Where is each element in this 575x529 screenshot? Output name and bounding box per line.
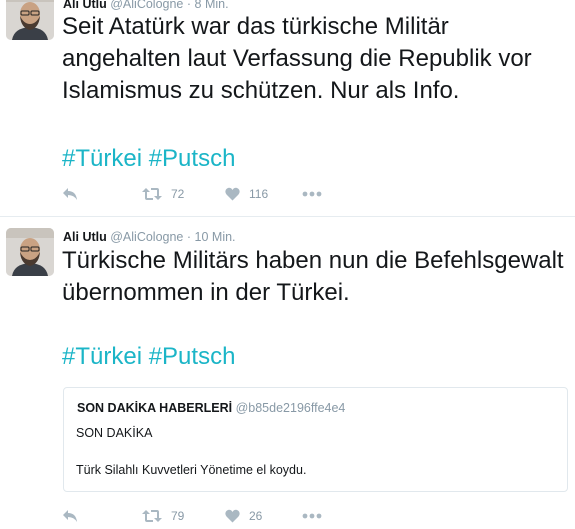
more-button[interactable]: [302, 506, 322, 526]
reply-icon: [63, 188, 77, 200]
hashtag-link[interactable]: #Türkei: [62, 145, 142, 172]
tweet-actions: 72 116: [62, 184, 362, 204]
heart-icon: [225, 509, 240, 523]
tweet-text: Türkische Militärs haben nun die Befehls…: [62, 247, 564, 306]
tweet-actions: 79 26: [62, 506, 362, 526]
heart-icon: [225, 187, 240, 201]
quoted-author: SON DAKİKA HABERLERİ @b85de2196ffe4e4: [77, 401, 345, 415]
avatar[interactable]: [6, 228, 54, 276]
like-count: 26: [249, 509, 263, 523]
hashtag-link[interactable]: #Türkei: [62, 343, 142, 370]
tweet-header: Ali Utlu @AliCologne · 10 Min.: [63, 230, 236, 244]
reply-icon: [63, 510, 77, 522]
like-button[interactable]: 116: [225, 184, 268, 204]
avatar[interactable]: [6, 0, 54, 40]
quoted-text-line: SON DAKİKA: [76, 426, 153, 440]
author-name[interactable]: Ali Utlu: [63, 0, 107, 11]
quoted-author-name: SON DAKİKA HABERLERİ: [77, 401, 233, 415]
quoted-tweet[interactable]: SON DAKİKA HABERLERİ @b85de2196ffe4e4 SO…: [63, 387, 568, 492]
reply-button[interactable]: [62, 506, 78, 526]
quoted-text-line: Türk Silahlı Kuvvetleri Yönetime el koyd…: [76, 463, 307, 477]
hashtag-link[interactable]: #Putsch: [149, 145, 236, 172]
reply-button[interactable]: [62, 184, 78, 204]
author-name[interactable]: Ali Utlu: [63, 230, 107, 244]
retweet-count: 72: [171, 187, 185, 201]
more-icon: [302, 513, 322, 519]
retweet-count: 79: [171, 509, 185, 523]
like-button[interactable]: 26: [225, 506, 262, 526]
tweet-text: Seit Atatürk war das türkische Militär a…: [62, 13, 532, 104]
retweet-button[interactable]: 72: [142, 184, 184, 204]
tweet-header: Ali Utlu @AliCologne · 8 Min.: [63, 0, 229, 11]
hashtag-link[interactable]: #Putsch: [149, 343, 236, 370]
author-handle[interactable]: @AliCologne: [110, 230, 183, 244]
tweet[interactable]: Ali Utlu @AliCologne · 10 Min. Türkische…: [0, 216, 575, 529]
timestamp[interactable]: 10 Min.: [195, 230, 236, 244]
retweet-button[interactable]: 79: [142, 506, 184, 526]
retweet-icon: [142, 188, 162, 200]
hashtags: #Türkei #Putsch: [62, 143, 235, 175]
separator: ·: [186, 0, 192, 11]
retweet-icon: [142, 510, 162, 522]
author-handle[interactable]: @AliCologne: [110, 0, 183, 11]
timestamp[interactable]: 8 Min.: [195, 0, 229, 11]
more-button[interactable]: [302, 184, 322, 204]
quoted-author-handle: @b85de2196ffe4e4: [235, 401, 346, 415]
separator: ·: [186, 230, 192, 244]
like-count: 116: [249, 187, 269, 201]
more-icon: [302, 191, 322, 197]
tweet[interactable]: Ali Utlu @AliCologne · 8 Min. Seit Atatü…: [0, 0, 575, 214]
hashtags: #Türkei #Putsch: [62, 341, 235, 373]
